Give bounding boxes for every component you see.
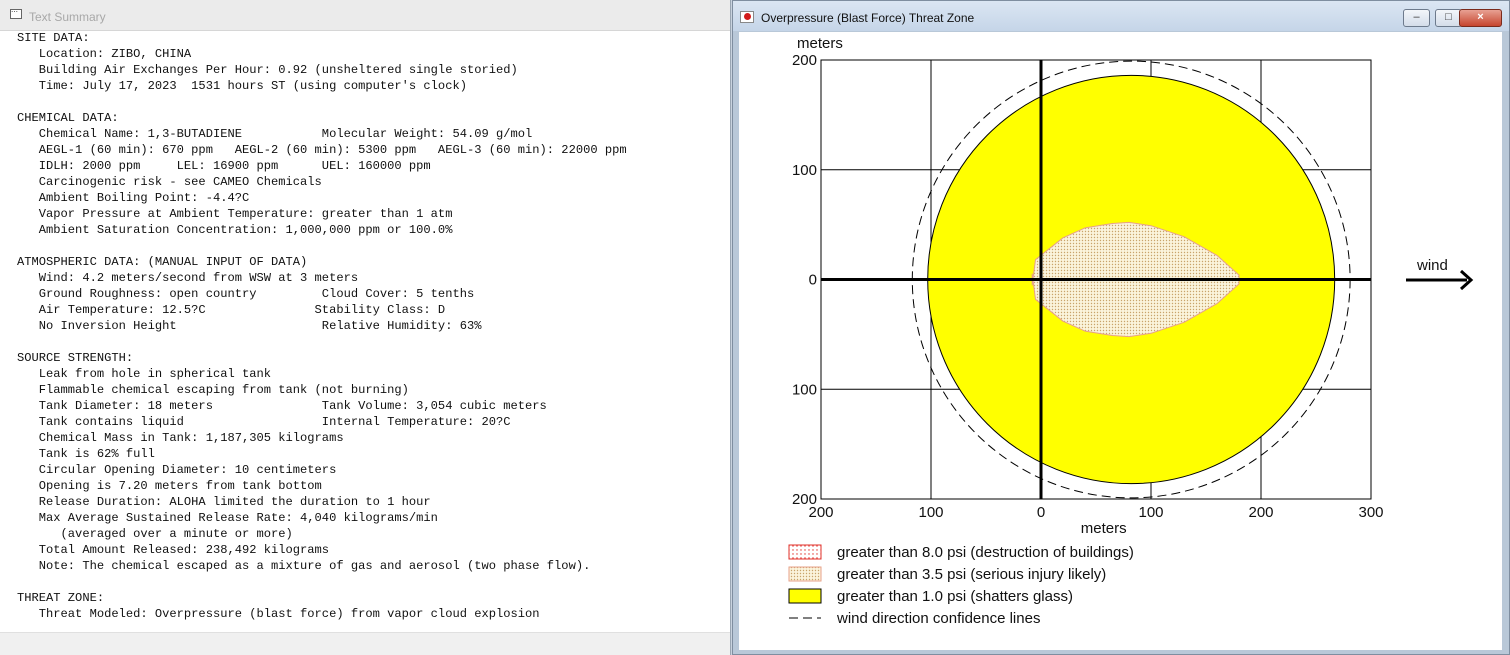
summary-line: Release Duration: ALOHA limited the dura… xyxy=(17,495,431,509)
summary-line: No Inversion Height Relative Humidity: 6… xyxy=(17,319,482,333)
threat-zone-title: Overpressure (Blast Force) Threat Zone xyxy=(761,11,975,25)
summary-line xyxy=(17,334,723,350)
summary-line: (averaged over a minute or more) xyxy=(17,527,293,541)
legend-label: greater than 3.5 psi (serious injury lik… xyxy=(837,566,1106,583)
summary-line: IDLH: 2000 ppm LEL: 16900 ppm UEL: 16000… xyxy=(17,159,431,173)
summary-line: CHEMICAL DATA: xyxy=(17,111,119,125)
aloha-app-icon xyxy=(740,11,754,23)
summary-line: SOURCE STRENGTH: xyxy=(17,351,134,365)
x-tick-label: 200 xyxy=(1248,504,1273,521)
x-tick-label: 0 xyxy=(1037,504,1045,521)
summary-line: Time: July 17, 2023 1531 hours ST (using… xyxy=(17,79,467,93)
summary-line: Total Amount Released: 238,492 kilograms xyxy=(17,543,330,557)
threat-zone-chart: 2001000100200200 100 0 100 200 300 metersmete… xyxy=(788,35,1474,627)
summary-line: Location: ZIBO, CHINA xyxy=(17,47,192,61)
summary-line: Flammable chemical escaping from tank (n… xyxy=(17,383,409,397)
summary-line: Threat Modeled: Overpressure (blast forc… xyxy=(17,607,540,621)
summary-line: Tank is 62% full xyxy=(17,447,155,461)
summary-line: Tank contains liquid Internal Temperatur… xyxy=(17,415,511,429)
summary-line: Ambient Boiling Point: -4.4?C xyxy=(17,191,250,205)
x-tick-label: 100 xyxy=(918,504,943,521)
window-icon: ⋯ xyxy=(10,9,22,19)
summary-line: Chemical Mass in Tank: 1,187,305 kilogra… xyxy=(17,431,344,445)
legend-label: greater than 1.0 psi (shatters glass) xyxy=(837,588,1073,605)
summary-line: Opening is 7.20 meters from tank bottom xyxy=(17,479,322,493)
x-tick-label: 200 xyxy=(808,504,833,521)
summary-line: SITE DATA: xyxy=(17,31,90,45)
text-summary-titlebar[interactable]: ⋯ Text Summary xyxy=(0,0,730,31)
summary-line: Air Temperature: 12.5?C Stability Class:… xyxy=(17,303,446,317)
summary-line xyxy=(17,94,723,110)
minimize-button[interactable]: – xyxy=(1403,9,1430,27)
summary-text: SITE DATA: Location: ZIBO, CHINA Buildin… xyxy=(17,30,723,630)
maximize-button[interactable]: □ xyxy=(1435,9,1462,27)
summary-line: Building Air Exchanges Per Hour: 0.92 (u… xyxy=(17,63,518,77)
threat-zone-titlebar[interactable]: Overpressure (Blast Force) Threat Zone –… xyxy=(733,1,1509,31)
legend-swatch-8psi xyxy=(788,544,822,560)
summary-line: Wind: 4.2 meters/second from WSW at 3 me… xyxy=(17,271,359,285)
y-tick-label: 100 xyxy=(792,381,817,398)
text-summary-window: ⋯ Text Summary SITE DATA: Location: ZIBO… xyxy=(0,0,731,655)
summary-line: Tank Diameter: 18 meters Tank Volume: 3,… xyxy=(17,399,547,413)
legend-label: greater than 8.0 psi (destruction of bui… xyxy=(837,544,1134,561)
summary-line: ATMOSPHERIC DATA: (MANUAL INPUT OF DATA) xyxy=(17,255,308,269)
summary-line xyxy=(17,574,723,590)
summary-line: Chemical Name: 1,3-BUTADIENE Molecular W… xyxy=(17,127,533,141)
y-axis-label: meters xyxy=(797,35,843,52)
text-summary-title: Text Summary xyxy=(29,10,106,24)
summary-line: Note: The chemical escaped as a mixture … xyxy=(17,559,591,573)
threat-zone-window: Overpressure (Blast Force) Threat Zone –… xyxy=(732,0,1510,655)
summary-line: Ground Roughness: open country Cloud Cov… xyxy=(17,287,475,301)
summary-line: Leak from hole in spherical tank xyxy=(17,367,272,381)
summary-line: Carcinogenic risk - see CAMEO Chemicals xyxy=(17,175,322,189)
x-tick-label: 300 xyxy=(1358,504,1383,521)
legend-swatch-3-5psi xyxy=(788,566,822,582)
y-tick-label: 200 xyxy=(792,52,817,69)
y-tick-label: 0 xyxy=(809,272,817,289)
x-axis-label: meters xyxy=(1081,520,1127,537)
x-tick-label: 100 xyxy=(1138,504,1163,521)
horizontal-scrollbar[interactable] xyxy=(0,632,730,655)
summary-line: Ambient Saturation Concentration: 1,000,… xyxy=(17,223,453,237)
legend-swatch-1psi xyxy=(788,588,822,604)
threat-zone-plot-area: 200 100 0 100 200 200 100 0 100 200 300 meters mete… xyxy=(739,32,1502,650)
wind-label: wind xyxy=(1416,257,1448,274)
summary-line: Max Average Sustained Release Rate: 4,04… xyxy=(17,511,438,525)
summary-line: AEGL-1 (60 min): 670 ppm AEGL-2 (60 min)… xyxy=(17,143,627,157)
legend-label: wind direction confidence lines xyxy=(836,610,1040,627)
summary-line: Vapor Pressure at Ambient Temperature: g… xyxy=(17,207,453,221)
y-tick-label: 100 xyxy=(792,162,817,179)
close-button[interactable]: × xyxy=(1459,9,1502,27)
summary-line: Circular Opening Diameter: 10 centimeter… xyxy=(17,463,337,477)
summary-line: THREAT ZONE: xyxy=(17,591,105,605)
summary-line xyxy=(17,238,723,254)
